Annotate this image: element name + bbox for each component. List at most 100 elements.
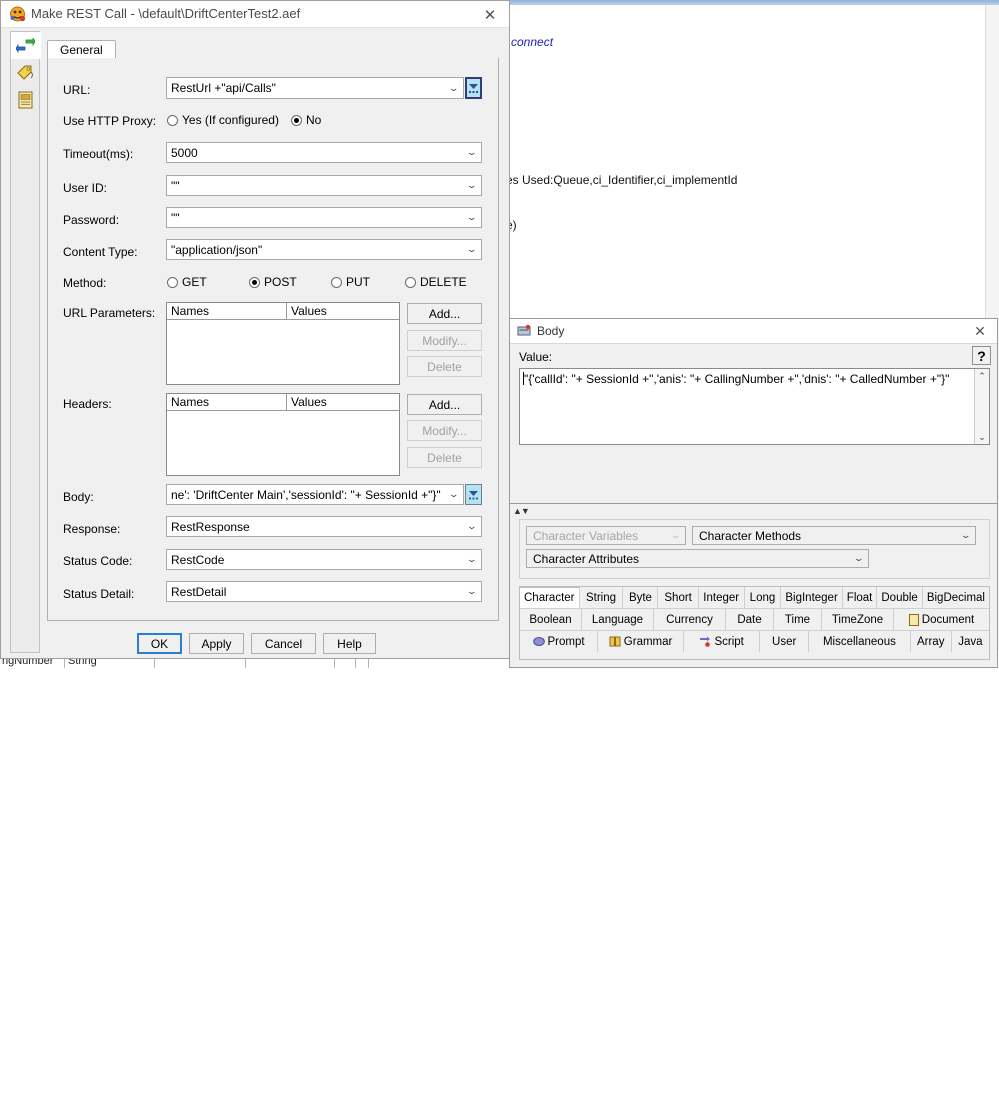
type-tab-java[interactable]: Java: [952, 631, 989, 652]
status-code-value: RestCode: [171, 552, 225, 567]
type-tab-timezone[interactable]: TimeZone: [822, 609, 894, 630]
url-parameters-modify-button: Modify...: [407, 330, 482, 351]
type-tab-double[interactable]: Double: [877, 587, 923, 608]
type-tab-float[interactable]: Float: [843, 587, 878, 608]
type-tab-document[interactable]: Document: [894, 609, 989, 630]
chevron-down-icon: ⌄: [853, 553, 865, 563]
scroll-down-icon[interactable]: ⌄: [975, 430, 989, 444]
userid-input[interactable]: "" ⌄: [166, 175, 482, 196]
type-tab-short[interactable]: Short: [658, 587, 699, 608]
chevron-down-icon[interactable]: ⌄: [463, 244, 481, 255]
ok-button[interactable]: OK: [137, 633, 182, 654]
type-tab-boolean[interactable]: Boolean: [520, 609, 582, 630]
textarea-scrollbar[interactable]: ⌃ ⌄: [974, 369, 989, 444]
type-tab-script-label: Script: [714, 635, 744, 648]
proxy-radio-yes[interactable]: Yes (If configured): [167, 113, 279, 127]
proxy-no-label: No: [306, 113, 322, 127]
chevron-down-icon[interactable]: ⌄: [463, 521, 481, 532]
password-input[interactable]: "" ⌄: [166, 207, 482, 228]
chevron-down-icon[interactable]: ⌄: [463, 147, 481, 158]
type-tab-language[interactable]: Language: [582, 609, 654, 630]
method-radio-post[interactable]: POST: [249, 275, 297, 289]
type-tab-grammar[interactable]: Grammar: [598, 631, 685, 652]
method-radio-get[interactable]: GET: [167, 275, 207, 289]
character-methods-dropdown[interactable]: Character Methods ⌄: [692, 526, 976, 545]
radio-dot-selected: [291, 114, 302, 126]
status-detail-input[interactable]: RestDetail ⌄: [166, 581, 482, 602]
type-tab-integer[interactable]: Integer: [699, 587, 745, 608]
chevron-down-icon[interactable]: ⌄: [445, 489, 463, 500]
userid-label: User ID:: [63, 181, 108, 195]
body-expression-editor-button[interactable]: [465, 484, 482, 505]
radio-dot-selected: [249, 276, 260, 288]
status-detail-value: RestDetail: [171, 584, 227, 599]
close-icon[interactable]: ✕: [968, 322, 992, 341]
document-icon: [18, 91, 33, 108]
proxy-label: Use HTTP Proxy:: [63, 114, 157, 128]
type-tab-miscellaneous[interactable]: Miscellaneous: [809, 631, 911, 652]
tab-general[interactable]: General: [47, 40, 116, 59]
help-button[interactable]: Help: [323, 633, 376, 654]
sidebar-item-general[interactable]: [11, 32, 41, 59]
type-tab-string[interactable]: String: [580, 587, 624, 608]
body-input[interactable]: ne': 'DriftCenter Main','sessionId': "+ …: [166, 484, 464, 505]
url-parameters-table[interactable]: Names Values: [166, 302, 400, 385]
sidebar-item-tag[interactable]: [11, 59, 40, 86]
type-tab-currency[interactable]: Currency: [654, 609, 726, 630]
method-radio-put[interactable]: PUT: [331, 275, 370, 289]
type-tab-date[interactable]: Date: [726, 609, 774, 630]
prompt-icon: [532, 636, 545, 647]
url-parameters-delete-button: Delete: [407, 356, 482, 377]
expand-collapse-icon[interactable]: ▲▼: [513, 506, 530, 516]
sidebar-item-document[interactable]: [11, 86, 40, 113]
url-expression-editor-button[interactable]: [465, 77, 482, 99]
type-tab-time[interactable]: Time: [774, 609, 822, 630]
type-tab-byte[interactable]: Byte: [623, 587, 659, 608]
timeout-label: Timeout(ms):: [63, 147, 134, 161]
help-icon[interactable]: ?: [972, 346, 991, 365]
type-tab-character[interactable]: Character: [520, 587, 580, 608]
type-tab-script[interactable]: Script: [684, 631, 761, 652]
type-tab-user[interactable]: User: [760, 631, 810, 652]
table-header: Names Values: [167, 303, 399, 320]
type-tab-grammar-label: Grammar: [623, 635, 673, 648]
column-names: Names: [167, 394, 287, 410]
type-tab-bigdecimal[interactable]: BigDecimal: [923, 587, 989, 608]
expression-helper-panel: ▲▼ Character Variables ⌄ Character Metho…: [509, 503, 998, 668]
content-type-label: Content Type:: [63, 245, 138, 259]
type-tab-prompt[interactable]: Prompt: [520, 631, 599, 652]
type-tab-prompt-label: Prompt: [547, 635, 585, 648]
chevron-down-icon[interactable]: ⌄: [463, 554, 481, 565]
url-input[interactable]: RestUrl +"api/Calls" ⌄: [166, 77, 464, 99]
body-value-textarea[interactable]: "{'callId': "+ SessionId +",'anis': "+ C…: [519, 368, 990, 445]
chevron-down-icon[interactable]: ⌄: [463, 212, 481, 223]
method-radio-delete[interactable]: DELETE: [405, 275, 467, 289]
character-attributes-dropdown[interactable]: Character Attributes ⌄: [526, 549, 869, 568]
expression-editor-icon: [469, 83, 478, 93]
chevron-down-icon[interactable]: ⌄: [463, 586, 481, 597]
chevron-down-icon[interactable]: ⌄: [445, 83, 463, 94]
response-value: RestResponse: [171, 519, 250, 534]
response-input[interactable]: RestResponse ⌄: [166, 516, 482, 537]
cancel-button[interactable]: Cancel: [251, 633, 316, 654]
type-tab-biginteger[interactable]: BigInteger: [781, 587, 843, 608]
chevron-down-icon[interactable]: ⌄: [463, 180, 481, 191]
radio-dot: [167, 276, 178, 288]
scroll-up-icon[interactable]: ⌃: [975, 369, 989, 383]
type-tab-long[interactable]: Long: [745, 587, 782, 608]
proxy-radio-no[interactable]: No: [291, 113, 321, 127]
headers-add-button[interactable]: Add...: [407, 394, 482, 415]
type-tab-array[interactable]: Array: [911, 631, 952, 652]
timeout-input[interactable]: 5000 ⌄: [166, 142, 482, 163]
status-code-input[interactable]: RestCode ⌄: [166, 549, 482, 570]
content-type-input[interactable]: "application/json" ⌄: [166, 239, 482, 260]
url-parameters-add-button[interactable]: Add...: [407, 303, 482, 324]
radio-dot: [405, 276, 416, 288]
type-tab-document-label: Document: [921, 613, 975, 626]
apply-button[interactable]: Apply: [189, 633, 244, 654]
close-icon[interactable]: ✕: [475, 4, 505, 26]
column-names: Names: [167, 303, 287, 319]
chevron-down-icon: ⌄: [670, 530, 682, 540]
headers-table[interactable]: Names Values: [166, 393, 400, 476]
chevron-down-icon: ⌄: [960, 530, 972, 540]
